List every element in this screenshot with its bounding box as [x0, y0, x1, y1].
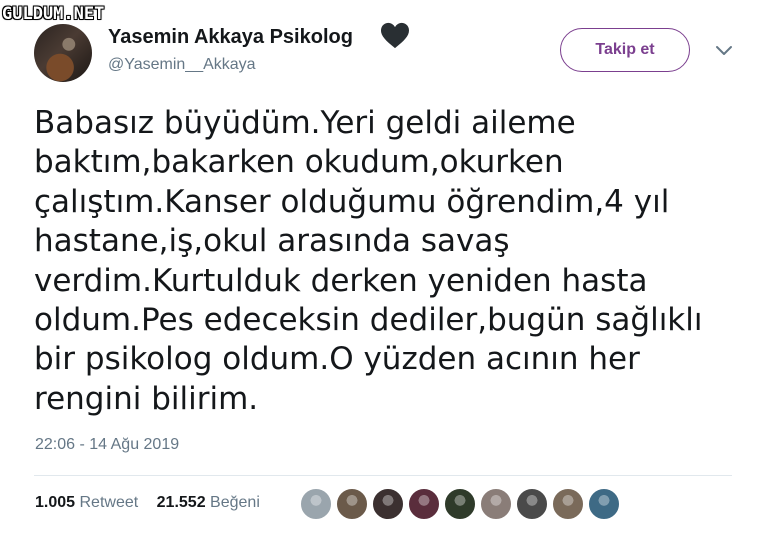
liker-avatar-6[interactable] — [480, 488, 512, 520]
like-label: Beğeni — [210, 494, 260, 511]
profile-avatar[interactable] — [34, 24, 92, 82]
like-count: 21.552 — [156, 494, 206, 511]
liker-avatar-8[interactable] — [552, 488, 584, 520]
user-handle[interactable]: @Yasemin__Akkaya — [108, 56, 256, 74]
chevron-down-icon[interactable] — [714, 44, 734, 58]
divider — [34, 475, 732, 476]
follow-button[interactable]: Takip et — [560, 28, 690, 72]
liker-avatar-1[interactable] — [300, 488, 332, 520]
retweet-count-link[interactable]: 1.005 Retweet — [35, 494, 143, 511]
liker-avatar-4[interactable] — [408, 488, 440, 520]
tweet-timestamp[interactable]: 22:06 - 14 Ağu 2019 — [35, 436, 179, 454]
display-name[interactable]: Yasemin Akkaya Psikolog — [108, 26, 353, 49]
liker-avatar-9[interactable] — [588, 488, 620, 520]
retweet-label: Retweet — [79, 494, 139, 511]
tweet-stats: 1.005 Retweet 21.552 Beğeni — [35, 494, 274, 512]
tweet-text: Babasız büyüdüm.Yeri geldi aileme baktım… — [34, 105, 703, 417]
black-heart-icon — [381, 22, 409, 49]
retweet-count: 1.005 — [35, 494, 76, 511]
like-count-link[interactable]: 21.552 Beğeni — [157, 494, 260, 511]
liker-avatar-7[interactable] — [516, 488, 548, 520]
liker-avatar-2[interactable] — [336, 488, 368, 520]
liker-avatar-3[interactable] — [372, 488, 404, 520]
site-watermark: GULDUM.NET — [2, 4, 105, 24]
liker-avatar-5[interactable] — [444, 488, 476, 520]
